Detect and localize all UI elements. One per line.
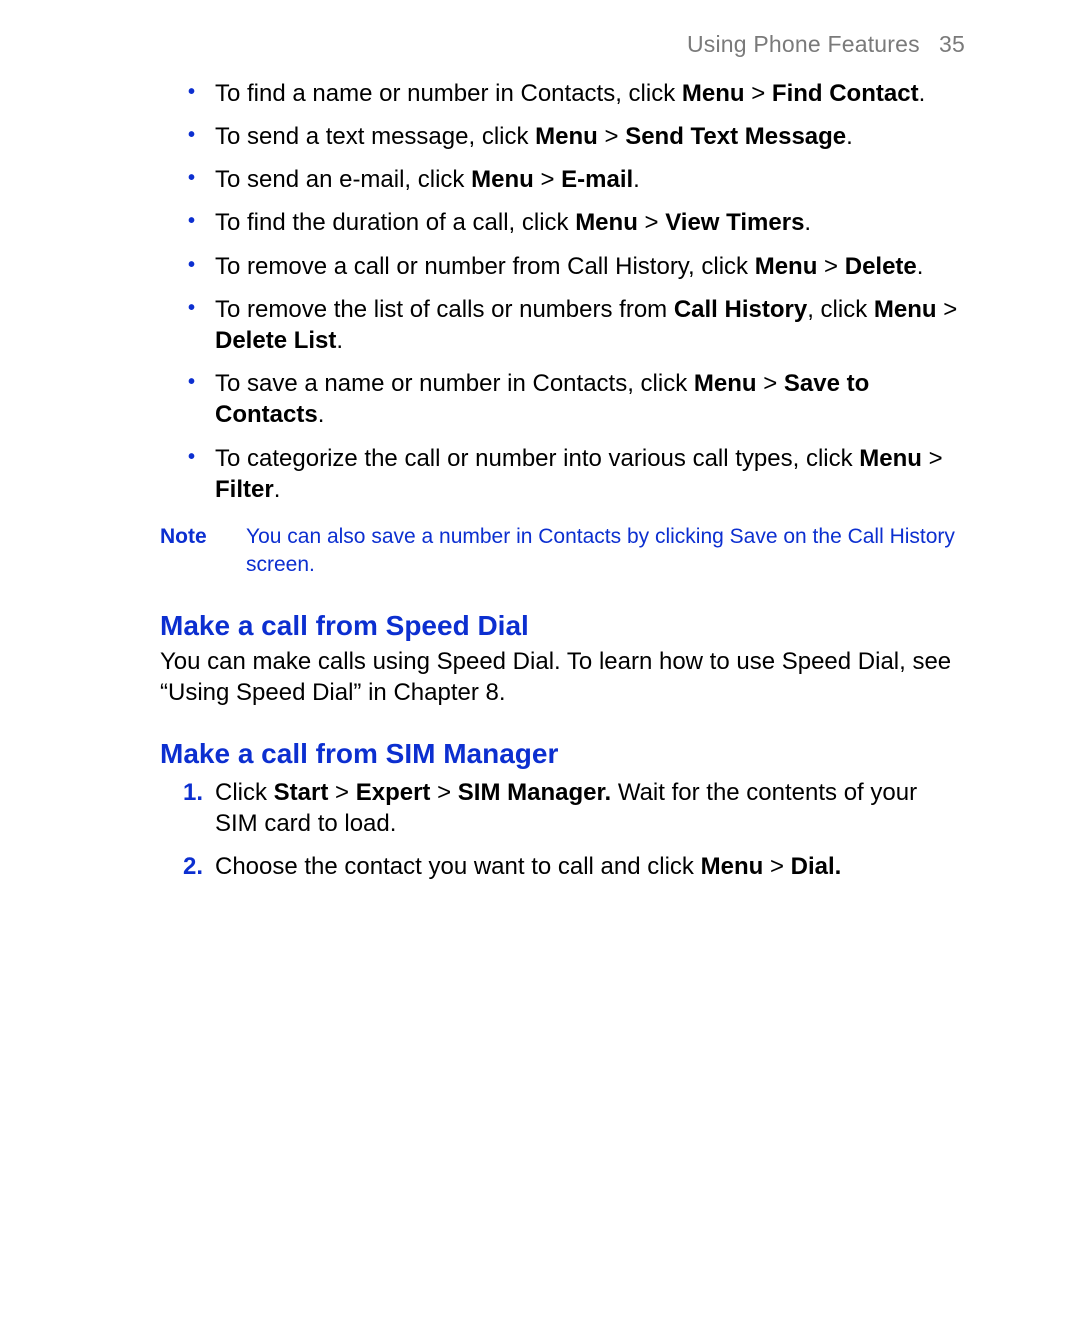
section-heading-sim-manager: Make a call from SIM Manager (160, 736, 965, 772)
list-item: 1. Click Start > Expert > SIM Manager. W… (215, 777, 965, 839)
header-title: Using Phone Features (687, 31, 920, 57)
list-item: To save a name or number in Contacts, cl… (215, 368, 965, 430)
list-item: To categorize the call or number into va… (215, 443, 965, 505)
page-number: 35 (939, 31, 965, 57)
note-block: Note You can also save a number in Conta… (160, 523, 965, 580)
list-item: 2. Choose the contact you want to call a… (215, 851, 965, 882)
list-item: To remove a call or number from Call His… (215, 251, 965, 282)
section-heading-speed-dial: Make a call from Speed Dial (160, 608, 965, 644)
list-item: To find the duration of a call, click Me… (215, 207, 965, 238)
note-label: Note (160, 523, 218, 580)
list-item: To find a name or number in Contacts, cl… (215, 78, 965, 109)
section-paragraph: You can make calls using Speed Dial. To … (160, 646, 965, 708)
numbered-list: 1. Click Start > Expert > SIM Manager. W… (160, 777, 965, 883)
step-number: 1. (183, 777, 203, 808)
step-number: 2. (183, 851, 203, 882)
list-item: To send a text message, click Menu > Sen… (215, 121, 965, 152)
note-text: You can also save a number in Contacts b… (246, 523, 965, 580)
list-item: To remove the list of calls or numbers f… (215, 294, 965, 356)
running-header: Using Phone Features 35 (160, 30, 965, 60)
list-item: To send an e-mail, click Menu > E-mail. (215, 164, 965, 195)
bullet-list: To find a name or number in Contacts, cl… (160, 78, 965, 505)
document-page: Using Phone Features 35 To find a name o… (0, 0, 1080, 1327)
